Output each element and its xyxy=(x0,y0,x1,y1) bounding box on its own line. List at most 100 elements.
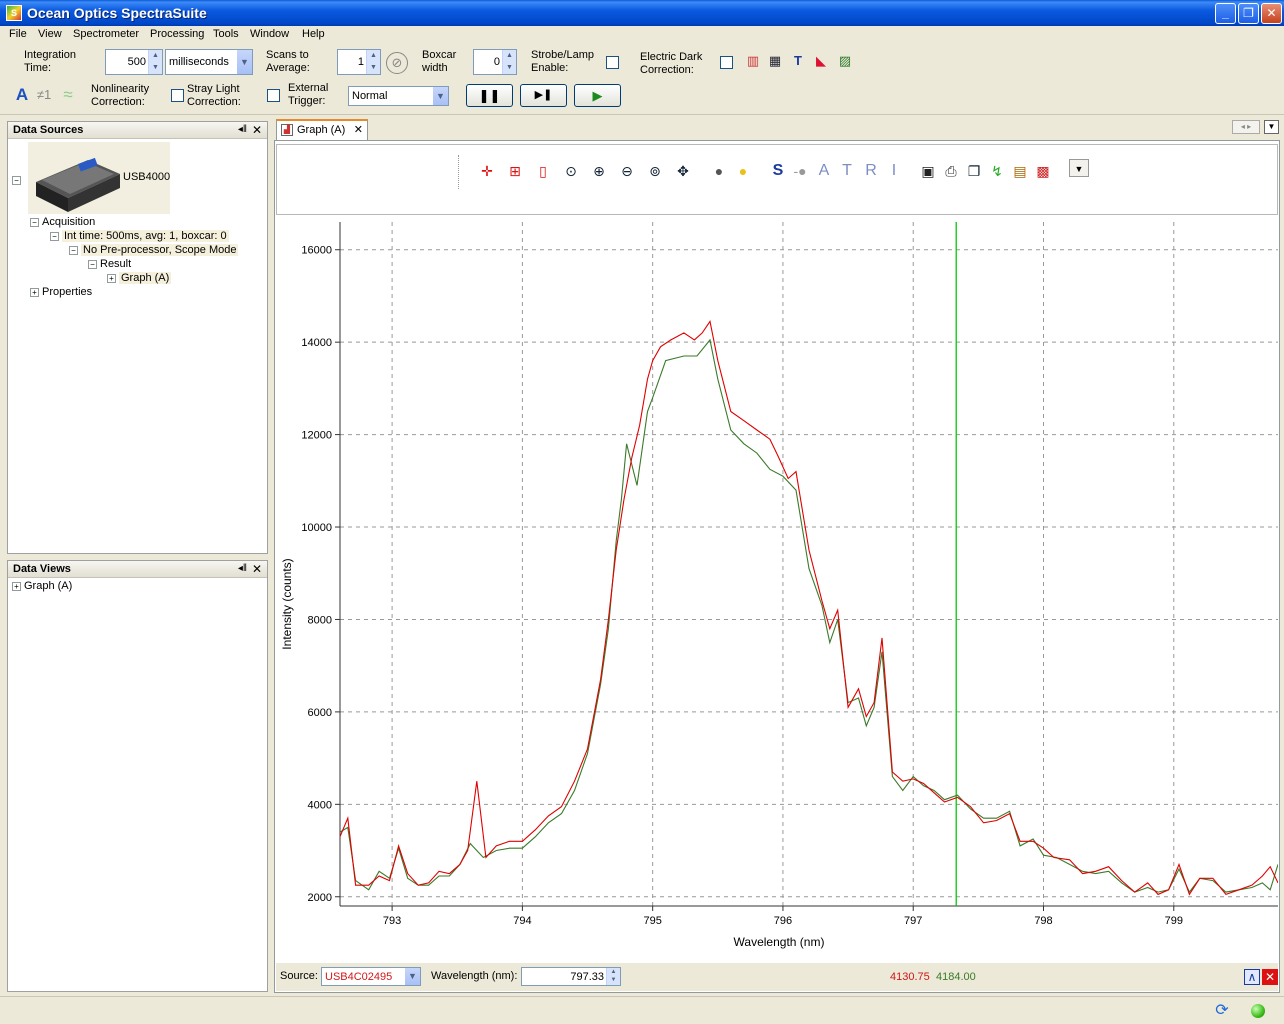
tab-graph-a[interactable]: ▟ Graph (A) ✕ xyxy=(276,119,368,140)
chart-icon[interactable]: ▨ xyxy=(837,53,853,69)
integration-time-spinner[interactable]: 500 ▲ ▼ xyxy=(105,49,163,75)
menu-window[interactable]: Window xyxy=(250,28,289,40)
lamp-off-icon[interactable]: ● xyxy=(710,162,728,180)
pin-icon[interactable]: ◂‖ xyxy=(238,563,247,574)
spinner-arrows-icon[interactable]: ▲ ▼ xyxy=(148,50,162,74)
collapse-icon[interactable]: − xyxy=(88,259,97,269)
strobe-lamp-checkbox[interactable] xyxy=(606,56,619,69)
pause-button[interactable]: ❚❚ xyxy=(466,84,513,107)
wave-icon[interactable]: ≈ xyxy=(60,86,76,103)
pin-icon[interactable]: ◂‖ xyxy=(238,124,247,135)
mode-dark-icon[interactable]: -● xyxy=(791,162,809,180)
mode-s-icon[interactable]: S xyxy=(769,162,787,180)
zoom-area-icon[interactable]: ⊙ xyxy=(562,162,580,180)
annotation-a-icon[interactable]: A xyxy=(14,86,30,103)
tree-acquisition[interactable]: − Acquisition xyxy=(30,216,95,228)
menu-help[interactable]: Help xyxy=(302,28,325,40)
restore-button[interactable]: ❐ xyxy=(1238,3,1259,24)
chevron-down-icon[interactable]: ▼ xyxy=(236,50,252,74)
refresh-icon[interactable]: ⟳ xyxy=(1213,1002,1231,1020)
x-tick-label: 794 xyxy=(513,915,531,927)
chevron-down-icon[interactable]: ▼ xyxy=(432,87,448,105)
peak-icon[interactable]: ∧ xyxy=(1244,969,1260,985)
collapse-icon[interactable]: − xyxy=(50,231,59,241)
mode-a-icon[interactable]: A xyxy=(815,162,833,180)
expand-icon[interactable]: + xyxy=(107,273,116,283)
tree-result[interactable]: − Result xyxy=(88,258,131,270)
save-icon[interactable]: ▣ xyxy=(919,162,937,180)
no-entry-icon[interactable]: ⊘ xyxy=(386,52,408,74)
menu-processing[interactable]: Processing xyxy=(150,28,204,40)
stray-light-label: Stray Light Correction: xyxy=(187,83,241,108)
device-name[interactable]: USB4000 xyxy=(123,171,170,183)
y-tick-label: 2000 xyxy=(308,892,332,904)
menu-file[interactable]: File xyxy=(9,28,27,40)
print-icon[interactable]: ⎙ xyxy=(942,162,960,180)
step-button[interactable]: ▶❚ xyxy=(520,84,567,107)
spinner-arrows-icon[interactable]: ▲ ▼ xyxy=(366,50,380,74)
menu-tools[interactable]: Tools xyxy=(213,28,239,40)
collapse-icon[interactable]: − xyxy=(69,245,78,255)
color-icon[interactable]: ◣ xyxy=(813,53,829,69)
tab-list-dropdown[interactable]: ▼ xyxy=(1264,120,1279,134)
graph-icon[interactable]: ▥ xyxy=(745,53,761,69)
tab-scroll-arrows[interactable]: ◂ ▸ xyxy=(1232,120,1260,134)
tree-graph[interactable]: + Graph (A) xyxy=(107,272,172,284)
zoom-out-icon[interactable]: ⊖ xyxy=(618,162,636,180)
expand-icon[interactable]: + xyxy=(30,287,39,297)
toolbar-overflow-icon[interactable]: ▼ xyxy=(1069,159,1089,177)
device-expander[interactable]: − xyxy=(12,174,24,186)
spinner-arrows-icon[interactable]: ▲ ▼ xyxy=(502,50,516,74)
close-icon[interactable]: ✕ xyxy=(252,562,262,576)
spectrum-chart[interactable]: 793 794 795 796 797 798 799 2000 4000 6000 8000 100… xyxy=(276,216,1278,962)
delete-overlay-icon[interactable]: ▩ xyxy=(1034,162,1052,180)
expand-icon[interactable]: + xyxy=(12,581,21,591)
zoom-in-icon[interactable]: ⊕ xyxy=(590,162,608,180)
table-icon[interactable]: ▦ xyxy=(767,53,783,69)
copy-icon[interactable]: ❐ xyxy=(965,162,983,180)
export-icon[interactable]: ▤ xyxy=(1011,162,1029,180)
close-icon[interactable]: ✕ xyxy=(252,123,262,137)
menu-view[interactable]: View xyxy=(38,28,62,40)
tree-preprocessor[interactable]: − No Pre-processor, Scope Mode xyxy=(69,244,239,256)
scale-to-fit-icon[interactable]: ⊞ xyxy=(506,162,524,180)
tree-data-view-graph[interactable]: + Graph (A) xyxy=(12,580,72,592)
close-button[interactable]: ✕ xyxy=(1261,3,1282,24)
mode-r-icon[interactable]: R xyxy=(862,162,880,180)
pan-icon[interactable]: ✥ xyxy=(674,162,692,180)
lamp-on-icon[interactable]: ● xyxy=(734,162,752,180)
electric-dark-checkbox[interactable] xyxy=(720,56,733,69)
spinner-arrows-icon[interactable]: ▲ ▼ xyxy=(606,968,620,985)
crosshair-icon[interactable]: ✛ xyxy=(478,162,496,180)
nonlinearity-checkbox[interactable] xyxy=(171,89,184,102)
y-tick-label: 10000 xyxy=(301,522,332,534)
source-select[interactable]: USB4C02495 ▼ xyxy=(321,967,421,986)
text-icon[interactable]: T xyxy=(790,53,806,69)
collapse-icon[interactable]: − xyxy=(12,175,21,185)
tree-int-time[interactable]: − Int time: 500ms, avg: 1, boxcar: 0 xyxy=(50,230,229,242)
menu-spectrometer[interactable]: Spectrometer xyxy=(73,28,139,40)
stray-light-checkbox[interactable] xyxy=(267,89,280,102)
scans-to-average-spinner[interactable]: 1 ▲ ▼ xyxy=(337,49,381,75)
minimize-button[interactable]: _ xyxy=(1215,3,1236,24)
cursor-value-green: 4184.00 xyxy=(936,971,976,983)
cursor-value-red: 4130.75 xyxy=(890,971,930,983)
chevron-down-icon[interactable]: ▼ xyxy=(404,968,420,985)
data-views-title: Data Views xyxy=(13,563,71,575)
wavelength-spinner[interactable]: 797.33 ▲ ▼ xyxy=(521,967,621,986)
source-label: Source: xyxy=(280,970,318,982)
overlay-icon[interactable]: ↯ xyxy=(988,162,1006,180)
collapse-icon[interactable]: − xyxy=(30,217,39,227)
scale-y-icon[interactable]: ▯ xyxy=(534,162,552,180)
tree-properties[interactable]: + Properties xyxy=(30,286,92,298)
mode-i-icon[interactable]: I xyxy=(885,162,903,180)
integration-unit-select[interactable]: milliseconds ▼ xyxy=(165,49,253,75)
zoom-reset-icon[interactable]: ⊚ xyxy=(646,162,664,180)
mode-t-icon[interactable]: T xyxy=(838,162,856,180)
not-equal-icon[interactable]: ≠1 xyxy=(36,87,52,103)
boxcar-width-spinner[interactable]: 0 ▲ ▼ xyxy=(473,49,517,75)
play-button[interactable]: ▶ xyxy=(574,84,621,107)
close-tab-icon[interactable]: ✕ xyxy=(354,123,363,136)
trigger-mode-select[interactable]: Normal ▼ xyxy=(348,86,449,106)
clear-icon[interactable]: ✕ xyxy=(1262,969,1278,985)
